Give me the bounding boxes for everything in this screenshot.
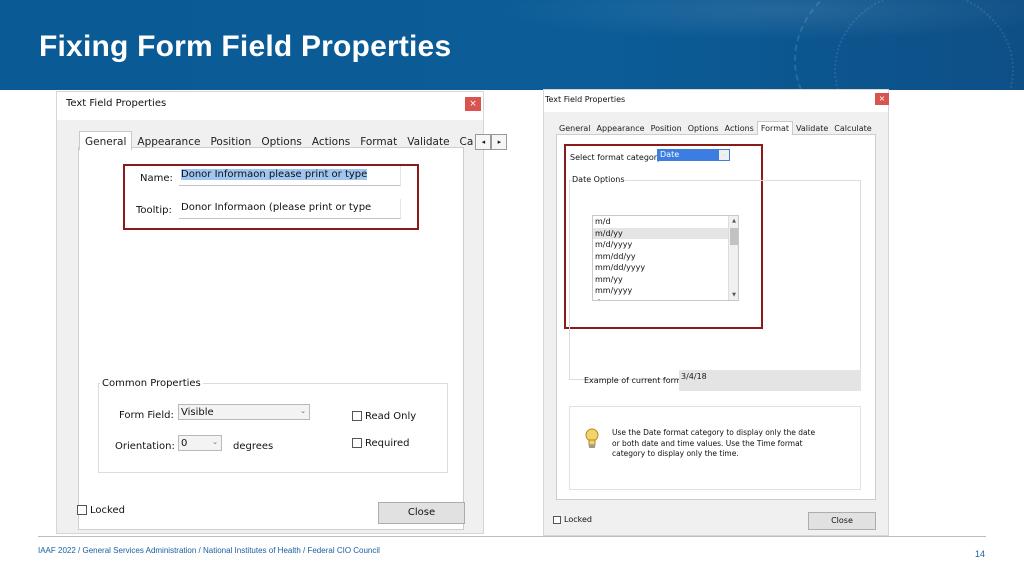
close-icon[interactable]: × xyxy=(465,97,481,111)
locked-option[interactable]: Locked xyxy=(77,505,125,516)
dialog-titlebar: Text Field Properties × xyxy=(544,90,889,112)
dialog-titlebar: Text Field Properties × xyxy=(57,92,483,120)
tab-format[interactable]: Format xyxy=(756,121,794,135)
tab-position[interactable]: Position xyxy=(205,132,256,150)
tab-appearance[interactable]: Appearance xyxy=(132,132,205,150)
tab-bar: General Appearance Position Options Acti… xyxy=(79,131,508,150)
page-number: 14 xyxy=(975,549,986,559)
dialog-title: Text Field Properties xyxy=(66,98,167,109)
list-item[interactable]: mm/dd/yy xyxy=(593,251,738,263)
orientation-label: Orientation: xyxy=(115,441,175,452)
tooltip-label: Tooltip: xyxy=(136,205,172,216)
tab-options[interactable]: Options xyxy=(256,132,307,150)
text-field-properties-dialog-format: Text Field Properties × Select format ca… xyxy=(543,89,889,536)
read-only-checkbox[interactable] xyxy=(352,411,362,421)
tab-bar: General Appearance Position Options Acti… xyxy=(556,121,875,135)
listbox-scrollbar[interactable]: ▲ ▼ xyxy=(728,216,738,300)
format-listbox[interactable]: m/d m/d/yy m/d/yyyy mm/dd/yy mm/dd/yyyy … xyxy=(592,215,739,301)
category-value: Date xyxy=(660,150,680,159)
list-item[interactable]: m/d/yyyy xyxy=(593,239,738,251)
required-checkbox[interactable] xyxy=(352,438,362,448)
tab-options[interactable]: Options xyxy=(685,122,722,135)
text-field-properties-dialog-general: Text Field Properties × Name: Donor Info… xyxy=(56,91,508,534)
name-field-value: Donor Informaon please print or type xyxy=(181,169,368,180)
chevron-down-icon: ⌄ xyxy=(300,407,306,415)
tab-appearance[interactable]: Appearance xyxy=(594,122,648,135)
orientation-dropdown[interactable]: 0 ⌄ xyxy=(178,435,222,451)
date-options-title: Date Options xyxy=(572,175,625,184)
stars-decoration-inner xyxy=(834,0,1014,90)
chevron-down-icon[interactable]: ▼ xyxy=(729,290,738,300)
common-properties-title: Common Properties xyxy=(100,378,203,389)
example-value: 3/4/18 xyxy=(681,372,707,381)
degrees-label: degrees xyxy=(233,441,274,452)
list-item[interactable]: mm/dd/yyyy xyxy=(593,262,738,274)
tab-validate[interactable]: Validate xyxy=(402,132,454,150)
tab-position[interactable]: Position xyxy=(648,122,685,135)
format-tab-panel: Select format category: Date ⌄ Date Opti… xyxy=(556,134,876,500)
footer-text: IAAF 2022 / General Services Administrat… xyxy=(38,546,380,555)
close-icon[interactable]: × xyxy=(875,93,889,105)
tab-general[interactable]: General xyxy=(79,131,133,150)
example-label: Example of current format: xyxy=(584,376,693,385)
chevron-down-icon: ⌄ xyxy=(212,438,218,446)
form-field-value: Visible xyxy=(181,407,214,418)
read-only-label: Read Only xyxy=(365,411,417,422)
lightbulb-icon xyxy=(584,428,600,450)
form-field-label: Form Field: xyxy=(119,410,174,421)
chevron-down-icon: ⌄ xyxy=(719,150,729,160)
common-properties-group xyxy=(98,383,448,473)
orientation-value: 0 xyxy=(181,438,188,449)
tab-actions[interactable]: Actions xyxy=(722,122,757,135)
scrollbar-thumb[interactable] xyxy=(730,228,738,245)
required-label: Required xyxy=(365,438,410,449)
tab-actions[interactable]: Actions xyxy=(307,132,355,150)
tab-validate[interactable]: Validate xyxy=(793,122,831,135)
list-item[interactable]: d-mmm xyxy=(593,297,738,301)
name-field[interactable]: Donor Informaon please print or type xyxy=(179,166,401,186)
form-field-dropdown[interactable]: Visible ⌄ xyxy=(178,404,310,420)
required-option[interactable]: Required xyxy=(352,438,410,449)
tab-calculate[interactable]: Ca xyxy=(455,132,474,150)
name-label: Name: xyxy=(140,173,173,184)
tooltip-field[interactable]: Donor Informaon (please print or type xyxy=(179,199,401,219)
locked-option[interactable]: Locked xyxy=(553,515,592,524)
list-item[interactable]: mm/yyyy xyxy=(593,285,738,297)
category-dropdown[interactable]: Date ⌄ xyxy=(657,149,730,161)
chevron-left-icon[interactable]: ◂ xyxy=(475,134,492,150)
locked-label: Locked xyxy=(564,515,592,524)
dialog-title: Text Field Properties xyxy=(545,95,626,104)
info-text: Use the Date format category to display … xyxy=(612,428,816,458)
list-item[interactable]: m/d xyxy=(593,216,738,228)
slide-title: Fixing Form Field Properties xyxy=(39,30,452,63)
slide: Fixing Form Field Properties Text Field … xyxy=(0,0,1024,575)
tab-calculate[interactable]: Calculate xyxy=(831,122,874,135)
tab-scroll-buttons: ◂ ▸ xyxy=(475,134,508,150)
chevron-right-icon[interactable]: ▸ xyxy=(491,134,508,150)
close-button[interactable]: Close xyxy=(808,512,876,530)
tab-format[interactable]: Format xyxy=(355,132,402,150)
locked-checkbox[interactable] xyxy=(553,515,561,524)
read-only-option[interactable]: Read Only xyxy=(352,411,416,422)
chevron-up-icon[interactable]: ▲ xyxy=(729,216,738,226)
locked-checkbox[interactable] xyxy=(77,505,87,515)
select-category-label: Select format category: xyxy=(570,153,664,162)
tab-general[interactable]: General xyxy=(556,122,594,135)
close-button[interactable]: Close xyxy=(378,502,465,524)
general-tab-panel: Name: Donor Informaon please print or ty… xyxy=(78,147,464,530)
list-item[interactable]: mm/yy xyxy=(593,274,738,286)
locked-label: Locked xyxy=(90,505,125,516)
list-item[interactable]: m/d/yy xyxy=(593,227,738,239)
example-value-box: 3/4/18 xyxy=(679,370,861,391)
footer-divider xyxy=(38,536,986,537)
slide-header: Fixing Form Field Properties xyxy=(0,0,1024,90)
